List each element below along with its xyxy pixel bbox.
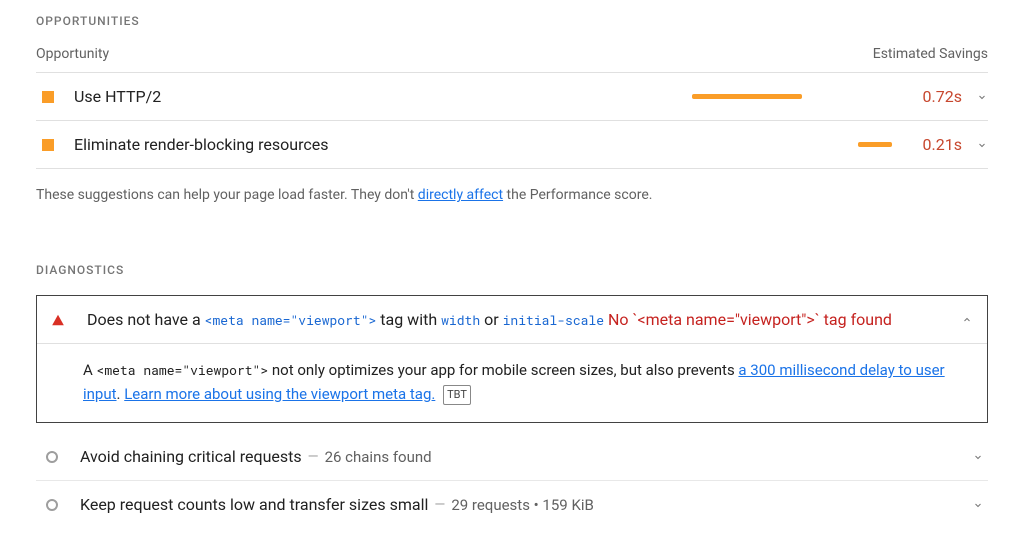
diagnostic-row-title: Keep request counts low and transfer siz…	[80, 495, 428, 514]
chevron-down-icon	[962, 91, 988, 103]
savings-bar	[692, 94, 802, 99]
diagnostic-row-title: Avoid chaining critical requests	[80, 447, 302, 466]
footnote-text: the Performance score.	[503, 187, 652, 203]
opportunity-title: Eliminate render-blocking resources	[74, 135, 692, 154]
opportunities-footnote: These suggestions can help your page loa…	[36, 187, 988, 203]
dash-separator: —	[308, 449, 319, 465]
code-meta-viewport: <meta name="viewport">	[205, 311, 377, 329]
savings-bar-track	[692, 94, 892, 99]
diagnostic-row-sub: 29 requests • 159 KiB	[451, 496, 594, 514]
opportunities-heading: OPPORTUNITIES	[36, 14, 988, 28]
code-initial-scale: initial-scale	[503, 311, 604, 329]
tbt-badge: TBT	[443, 385, 471, 405]
chevron-up-icon	[947, 314, 973, 326]
body-text: not only optimizes your app for mobile s…	[268, 361, 738, 379]
savings-bar-track	[692, 142, 892, 147]
severity-square-icon	[42, 91, 54, 103]
dash-separator: —	[434, 497, 445, 513]
title-text: tag with	[376, 310, 441, 329]
diag-warning-text: No `<meta name="viewport">` tag found	[604, 310, 892, 329]
triangle-error-icon	[51, 313, 65, 327]
circle-info-icon	[46, 451, 58, 463]
opportunity-row[interactable]: Eliminate render-blocking resources 0.21…	[36, 121, 988, 169]
col-opportunity: Opportunity	[36, 46, 109, 62]
savings-value: 0.21s	[902, 135, 962, 154]
learn-more-link[interactable]: Learn more about using the viewport meta…	[124, 385, 435, 403]
footnote-text: These suggestions can help your page loa…	[36, 187, 418, 203]
chevron-down-icon	[962, 139, 988, 151]
chevron-down-icon	[958, 499, 984, 511]
title-text: or	[480, 310, 502, 329]
code-meta-viewport: <meta name="viewport">	[97, 361, 269, 379]
diagnostic-header[interactable]: Does not have a <meta name="viewport"> t…	[37, 296, 987, 343]
col-savings: Estimated Savings	[873, 46, 988, 62]
diagnostics-heading: DIAGNOSTICS	[36, 263, 988, 277]
opportunity-row[interactable]: Use HTTP/2 0.72s	[36, 73, 988, 121]
body-text: A	[83, 361, 97, 379]
opportunity-title: Use HTTP/2	[74, 87, 692, 106]
savings-value: 0.72s	[902, 87, 962, 106]
title-text: Does not have a	[87, 310, 205, 329]
diagnostic-body: A <meta name="viewport"> not only optimi…	[37, 343, 987, 422]
severity-square-icon	[42, 139, 54, 151]
circle-info-icon	[46, 499, 58, 511]
diagnostic-expanded: Does not have a <meta name="viewport"> t…	[36, 295, 988, 423]
savings-bar	[858, 142, 892, 147]
code-width: width	[441, 311, 480, 329]
diagnostic-title: Does not have a <meta name="viewport"> t…	[87, 310, 947, 329]
diagnostic-row[interactable]: Keep request counts low and transfer siz…	[36, 481, 988, 528]
diagnostic-row-sub: 26 chains found	[325, 448, 432, 466]
diagnostic-row[interactable]: Avoid chaining critical requests — 26 ch…	[36, 433, 988, 481]
chevron-down-icon	[958, 451, 984, 463]
directly-affect-link[interactable]: directly affect	[418, 187, 503, 203]
opportunities-columns: Opportunity Estimated Savings	[36, 46, 988, 73]
